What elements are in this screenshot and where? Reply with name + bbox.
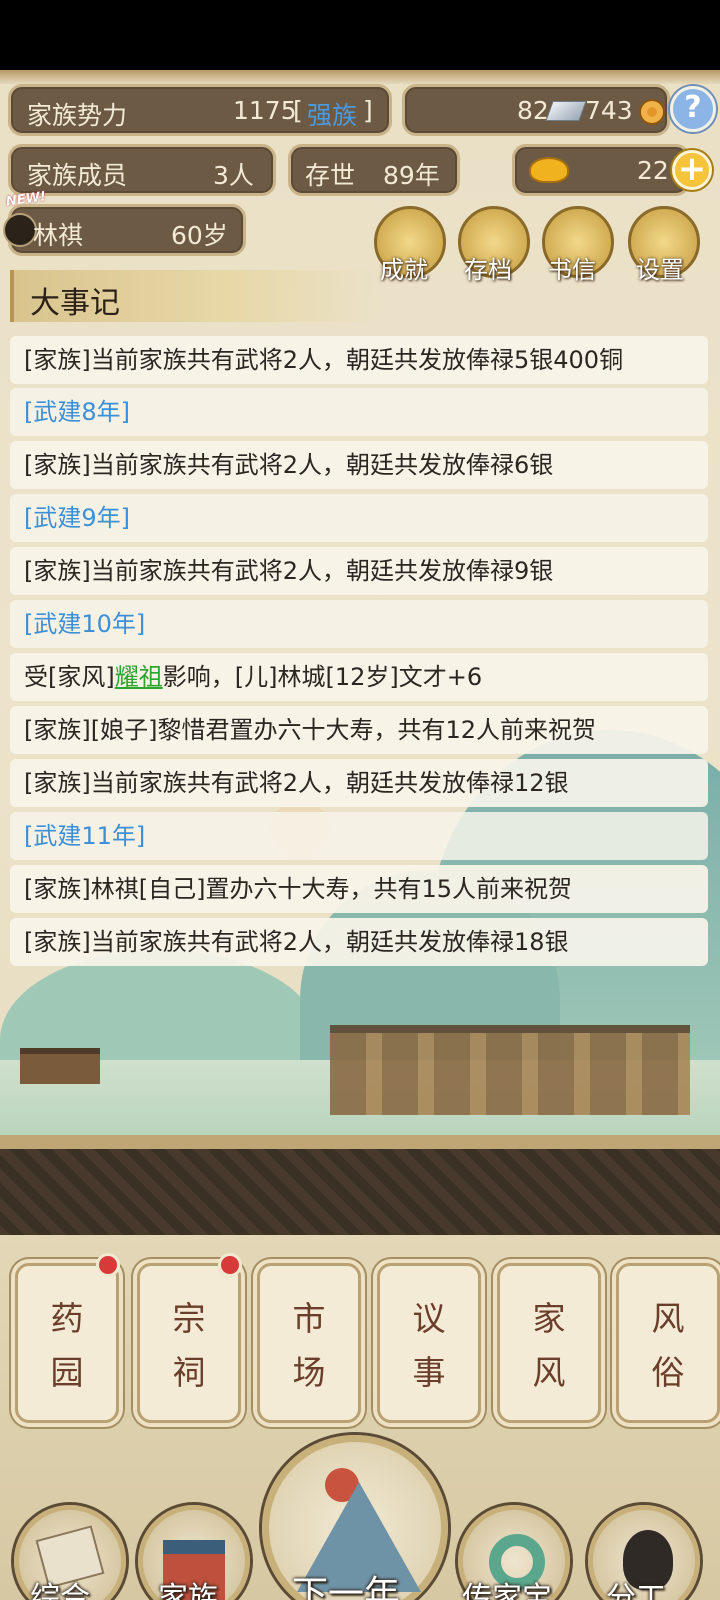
log-entry: [家族][娘子]黎惜君置办六十大寿，共有12人前来祝贺: [10, 706, 708, 754]
existence-bar[interactable]: 存世 89年: [288, 144, 460, 196]
log-entry: [家族]林祺[自己]置办六十大寿，共有15人前来祝贺: [10, 865, 708, 913]
top-ornament: [0, 70, 720, 84]
family-members-value: 3人: [213, 161, 254, 190]
help-icon[interactable]: ?: [670, 86, 716, 132]
person-name: 林祺: [33, 221, 84, 250]
family-power-label: 家族势力: [27, 101, 128, 130]
currency-bar[interactable]: 82 743: [402, 84, 670, 136]
log-entry-prefix: 受[家风]: [24, 663, 115, 691]
family-members-bar[interactable]: 家族成员 3人: [8, 144, 276, 196]
family-members-label: 家族成员: [27, 161, 128, 190]
portrait-icon: [3, 213, 37, 247]
card-char: 俗: [651, 1353, 685, 1392]
log-header: 大事记: [10, 270, 380, 322]
copper-amount: 743: [585, 96, 633, 125]
family-label: 家族: [158, 1581, 218, 1600]
settings-label: 设置: [636, 256, 684, 284]
log-year-entry: [武建10年]: [10, 600, 708, 648]
log-year-entry: [武建9年]: [10, 494, 708, 542]
gold-bar[interactable]: 22: [512, 144, 690, 196]
card-ancestral-hall[interactable]: 宗 祠: [137, 1263, 241, 1423]
log-entry: [家族]当前家族共有武将2人，朝廷共发放俸禄5银400铜: [10, 336, 708, 384]
function-panel: 药 园 宗 祠 市 场 议 事 家 风 风 俗 综合 家族 下一年 传家宝 分工: [0, 1135, 720, 1600]
log-year-entry: [武建8年]: [10, 388, 708, 436]
copper-coin-icon: [639, 99, 665, 125]
card-char: 场: [292, 1353, 326, 1392]
log-entry: 受[家风]耀祖影响，[儿]林城[12岁]文才+6: [10, 653, 708, 701]
log-entry: [家族]当前家族共有武将2人，朝廷共发放俸禄18银: [10, 918, 708, 966]
letters-label: 书信: [548, 256, 596, 284]
log-entry: [家族]当前家族共有武将2人，朝廷共发放俸禄9银: [10, 547, 708, 595]
card-market[interactable]: 市 场: [257, 1263, 361, 1423]
log-entry: [家族]当前家族共有武将2人，朝廷共发放俸禄12银: [10, 759, 708, 807]
settings-button[interactable]: 设置: [628, 206, 704, 284]
card-char: 风: [532, 1353, 566, 1392]
panel-pattern: [0, 1149, 720, 1239]
add-gold-icon[interactable]: +: [672, 150, 712, 190]
card-char: 药: [50, 1299, 84, 1338]
family-power-value: 1175: [233, 96, 297, 125]
gold-ingot-icon: [529, 157, 569, 183]
card-char: 市: [292, 1299, 326, 1338]
card-family-style[interactable]: 家 风: [497, 1263, 601, 1423]
division-label: 分工: [606, 1581, 666, 1600]
game-screen: 家族势力 1175 [ 强族 ] 82 743 ? 家族成员 3人 存世 89年…: [0, 70, 720, 1600]
family-style-link[interactable]: 耀祖: [115, 663, 163, 691]
card-char: 祠: [172, 1353, 206, 1392]
family-rank: 强族: [307, 101, 358, 130]
person-age: 60岁: [171, 221, 228, 250]
achievement-label: 成就: [380, 256, 428, 284]
save-label: 存档: [464, 256, 512, 284]
card-char: 事: [412, 1353, 446, 1392]
silver-ingot-icon: [545, 101, 587, 121]
existence-label: 存世: [305, 161, 356, 190]
bracket-open: [: [293, 96, 303, 125]
overview-label: 综合: [30, 1581, 90, 1600]
card-council[interactable]: 议 事: [377, 1263, 481, 1423]
notification-dot: [96, 1253, 120, 1277]
card-char: 风: [651, 1299, 685, 1338]
next-year-label: 下一年: [292, 1574, 401, 1600]
silver-amount: 82: [517, 96, 549, 125]
log-title: 大事记: [30, 286, 120, 321]
notification-dot: [218, 1253, 242, 1277]
card-char: 园: [50, 1353, 84, 1392]
card-herb-garden[interactable]: 药 园: [15, 1263, 119, 1423]
card-char: 议: [412, 1299, 446, 1338]
card-char: 宗: [172, 1299, 206, 1338]
card-customs[interactable]: 风 俗: [616, 1263, 720, 1423]
village: [330, 1025, 690, 1115]
current-person-bar[interactable]: 林祺 60岁: [3, 204, 246, 256]
achievement-button[interactable]: 成就: [374, 206, 450, 284]
existence-value: 89年: [383, 161, 440, 190]
save-button[interactable]: 存档: [458, 206, 534, 284]
gold-amount: 22: [637, 156, 669, 185]
letters-button[interactable]: 书信: [542, 206, 618, 284]
heirloom-label: 传家宝: [462, 1581, 552, 1600]
panel-border: [0, 1135, 720, 1149]
log-year-entry: [武建11年]: [10, 812, 708, 860]
log-entry-suffix: 影响，[儿]林城[12岁]文才+6: [162, 663, 483, 691]
card-char: 家: [532, 1299, 566, 1338]
bracket-close: ]: [363, 96, 373, 125]
hut: [20, 1048, 100, 1084]
family-power-bar[interactable]: 家族势力 1175 [ 强族 ]: [8, 84, 392, 136]
log-entry: [家族]当前家族共有武将2人，朝廷共发放俸禄6银: [10, 441, 708, 489]
